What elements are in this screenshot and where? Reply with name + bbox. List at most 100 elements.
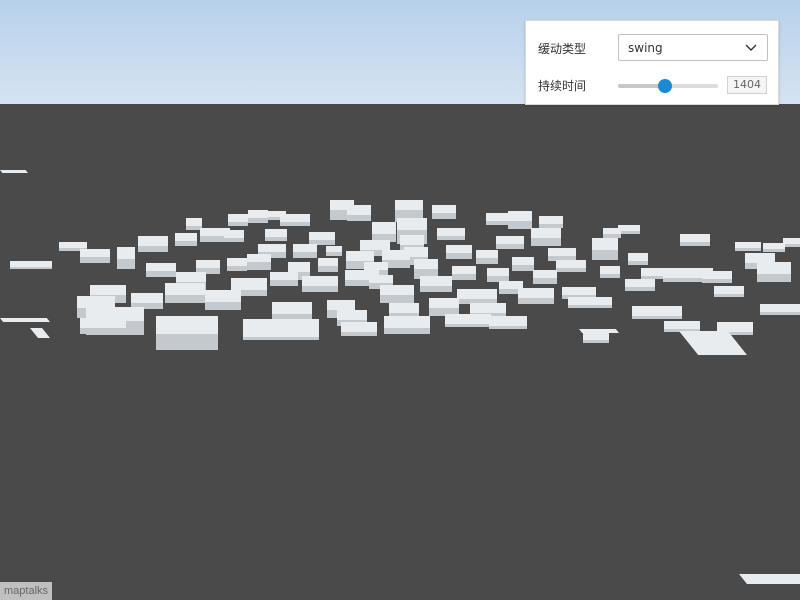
building-roof [562,287,596,295]
building-side [763,249,785,252]
building-roof [59,242,87,248]
building-side [437,236,465,240]
building-roof [146,263,176,271]
building-roof [641,268,665,276]
building-roof [539,216,563,224]
animation-control-panel: 缓动类型 swing 持续时间 1404 [525,20,779,105]
building-side [270,280,298,286]
building-side [165,295,205,303]
building-roof [10,261,52,267]
building-side [445,324,491,327]
building-roof [176,272,206,282]
building-roof [531,228,561,238]
building-side [486,221,510,225]
building-roof [533,270,557,278]
building-roof [131,293,163,303]
building-roof [457,289,497,299]
building-side [556,268,586,272]
building-side [227,266,247,271]
building-roof [347,205,371,215]
building-roof [326,246,342,252]
building-roof [618,225,640,231]
building-roof [760,304,800,312]
building-side [272,314,312,319]
building-roof [228,214,248,222]
building-side [508,221,532,229]
building-roof [293,244,317,252]
building-side [326,252,342,256]
building-roof [420,276,452,286]
building-roof [341,322,377,332]
building-roof [372,222,396,234]
building-side [518,298,554,304]
building-side [156,334,218,350]
building-side [420,286,452,292]
building-roof [243,319,319,337]
building-roof [487,268,509,276]
building-roof [248,210,268,218]
building-roof [138,236,168,246]
building-roof [77,296,115,308]
building-roof [224,230,244,238]
easing-type-select[interactable]: swing [618,34,768,61]
building-roof [568,297,612,305]
buildings-group [0,170,800,584]
building-roof [205,290,241,302]
building-side [496,244,524,249]
building-side [760,312,800,315]
building-side [347,215,371,221]
building-roof [414,259,438,269]
building-roof [592,238,618,250]
building-side [228,222,248,226]
duration-label: 持续时间 [538,79,587,93]
chevron-down-icon [745,44,757,51]
building-roof [445,314,491,324]
map-attribution[interactable]: maptalks [0,582,53,600]
building-side [341,332,377,336]
building-roof [470,303,506,313]
building-roof [437,228,465,236]
building-side [757,274,791,282]
building-roof [476,250,498,258]
building-roof [735,242,761,248]
building-side [452,274,476,280]
building-roof [499,281,523,289]
building-slab [0,170,28,173]
building-roof [227,258,247,266]
building-roof [186,218,202,226]
building-roof [156,316,218,334]
building-roof [364,262,388,270]
building-roof [380,285,414,295]
building-roof [783,238,800,244]
building-roof [702,271,732,279]
building-side [293,252,317,258]
building-roof [231,278,267,290]
building-roof [763,243,785,249]
building-roof [80,318,126,328]
building-roof [625,279,655,287]
building-roof [508,211,532,221]
building-side [446,253,472,259]
building-side [175,241,197,246]
building-side [603,234,621,238]
building-side [302,286,338,292]
building-side [489,326,527,329]
building-side [80,328,126,334]
building-side [625,287,655,291]
building-side [531,238,561,246]
building-roof [288,262,310,272]
building-roof [80,249,110,257]
building-roof [117,247,135,259]
building-side [714,294,744,297]
building-roof [714,286,744,294]
building-roof [280,214,310,222]
building-roof [90,285,126,295]
slider-thumb[interactable] [658,79,672,93]
building-slab [579,329,619,333]
building-side [280,222,310,226]
duration-slider[interactable] [618,77,718,95]
building-roof [548,248,576,256]
building-side [539,224,563,228]
building-slab [739,574,800,584]
building-side [680,242,710,246]
